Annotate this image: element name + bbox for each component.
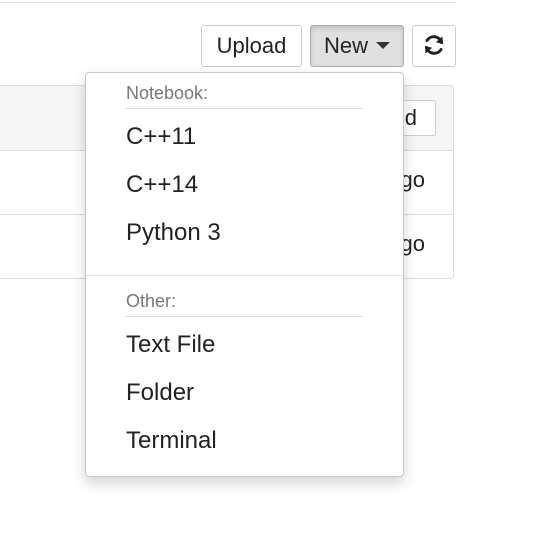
file-browser-view: ed go go Upload New Notebook: C++11 C++1… — [0, 0, 540, 550]
menu-item-python3[interactable]: Python 3 — [126, 219, 386, 247]
refresh-button[interactable] — [412, 25, 456, 67]
menu-item-cpp11[interactable]: C++11 — [126, 123, 386, 151]
refresh-icon — [425, 35, 443, 55]
top-divider — [0, 0, 456, 3]
menu-item-folder[interactable]: Folder — [126, 379, 386, 407]
menu-item-cpp14[interactable]: C++14 — [126, 171, 386, 199]
last-modified-text: go — [400, 167, 425, 192]
menu-item-text-file[interactable]: Text File — [126, 331, 386, 359]
new-dropdown-button[interactable]: New — [310, 25, 404, 67]
last-modified-text: go — [400, 231, 425, 256]
notebook-section-header: Notebook: — [126, 83, 362, 109]
menu-divider — [86, 275, 403, 276]
new-dropdown-menu: Notebook: C++11 C++14 Python 3 Other: Te… — [85, 72, 404, 477]
menu-item-terminal[interactable]: Terminal — [126, 427, 386, 455]
caret-down-icon — [376, 41, 390, 49]
other-section-header: Other: — [126, 291, 362, 317]
upload-button[interactable]: Upload — [201, 25, 302, 67]
new-button-label: New — [323, 33, 368, 58]
